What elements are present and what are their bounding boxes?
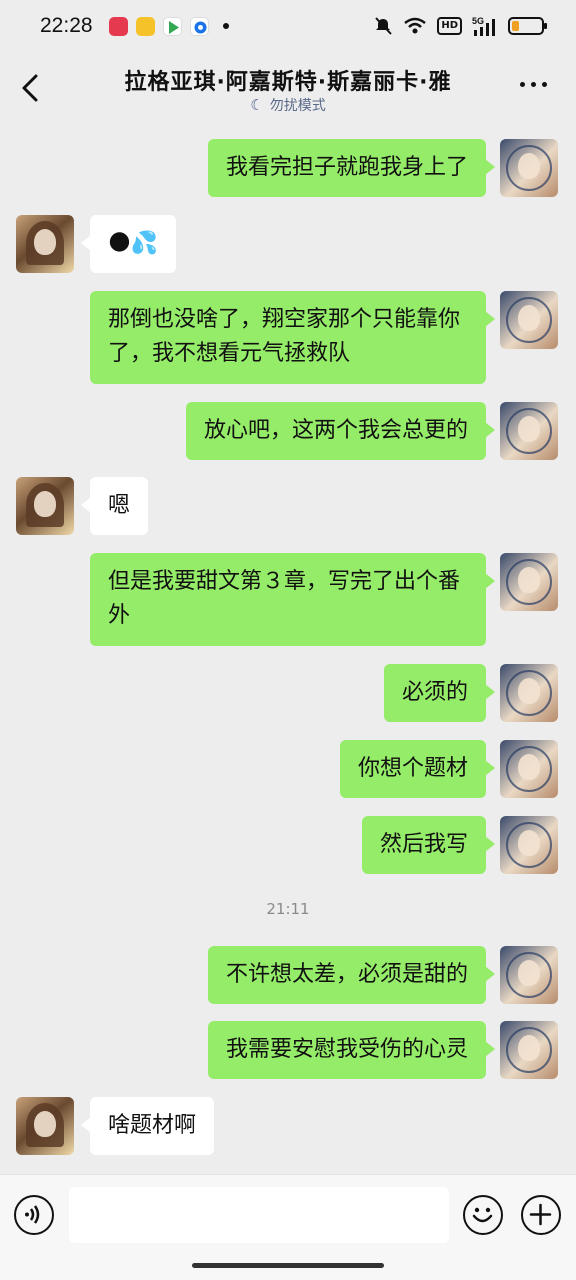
self-avatar[interactable] [500,139,558,197]
message-text: 但是我要甜文第３章，写完了出个番外 [108,569,461,628]
message-text: 啥题材啊 [108,1113,197,1138]
message-text: 放心吧，这两个我会总更的 [203,418,468,443]
more-dot-icon [531,81,536,87]
message-bubble[interactable]: 必须的 [383,664,496,722]
emoji-button[interactable] [463,1195,503,1235]
message-input[interactable] [69,1187,449,1243]
dnd-status: ☾ 勿扰模式 [0,95,576,115]
more-notifications-dot-icon [222,23,229,29]
battery-level [512,21,519,31]
play-store-notification-icon [162,16,182,36]
message-text: 必须的 [401,680,468,705]
mail-app-notification-icon [135,16,155,36]
mute-icon [375,17,393,35]
contact-avatar[interactable] [16,215,74,273]
message-text: 然后我写 [379,832,468,857]
message-bubble[interactable]: 你想个题材 [339,740,496,798]
dnd-label: 勿扰模式 [269,98,326,114]
self-avatar[interactable] [500,664,558,722]
moon-icon: ☾ [250,96,264,114]
message-bubble[interactable]: 嗯 [80,477,149,535]
message-text: 🌑💦 [108,231,159,256]
self-avatar[interactable] [500,553,558,611]
message-bubble[interactable]: 那倒也没啥了，翔空家那个只能靠你了，我不想看元气拯救队 [90,291,495,384]
message-text: 我需要安慰我受伤的心灵 [225,1037,468,1062]
hd-badge: HD [437,17,462,35]
message-bubble[interactable]: 我看完担子就跑我身上了 [207,139,496,197]
message-text: 你想个题材 [357,756,468,781]
network-label: 5G [472,16,484,26]
self-avatar[interactable] [500,816,558,874]
message-text: 嗯 [108,493,131,518]
self-avatar[interactable] [500,740,558,798]
emoji-icon [472,1207,493,1223]
self-avatar[interactable] [500,1021,558,1079]
video-app-notification-icon [108,16,128,36]
message-bubble[interactable]: 我需要安慰我受伤的心灵 [207,1021,496,1079]
chat-header: 拉格亚琪·阿嘉斯特·斯嘉丽卡·雅 ☾ 勿扰模式 [0,52,576,124]
message-bubble[interactable]: 放心吧，这两个我会总更的 [185,402,496,460]
message-bubble[interactable]: 啥题材啊 [80,1097,215,1155]
signal-icon: 5G [472,16,495,36]
more-dot-icon [542,81,547,87]
wifi-icon [404,17,427,34]
message-timestamp: 21:11 [266,900,310,918]
self-avatar[interactable] [500,291,558,349]
self-avatar[interactable] [500,946,558,1004]
voice-icon [25,1205,40,1224]
message-bubble[interactable]: 🌑💦 [80,215,177,273]
voice-input-button[interactable] [14,1195,54,1235]
message-bubble[interactable]: 然后我写 [361,816,496,874]
self-avatar[interactable] [500,402,558,460]
status-time: 22:28 [40,14,93,37]
message-text: 不许想太差，必须是甜的 [225,962,468,987]
more-actions-button[interactable] [521,1195,561,1235]
message-bubble[interactable]: 但是我要甜文第３章，写完了出个番外 [90,553,495,646]
status-bar: 22:28 HD 5G [0,0,576,52]
message-text: 那倒也没啥了，翔空家那个只能靠你了，我不想看元气拯救队 [108,307,461,366]
chat-title: 拉格亚琪·阿嘉斯特·斯嘉丽卡·雅 [124,70,452,95]
contact-avatar[interactable] [16,477,74,535]
message-bubble[interactable]: 不许想太差，必须是甜的 [207,946,496,1004]
message-text: 我看完担子就跑我身上了 [225,155,468,180]
more-options-button[interactable] [520,74,550,94]
app-notification-icon [189,16,209,36]
contact-avatar[interactable] [16,1097,74,1155]
home-indicator[interactable] [192,1263,384,1268]
battery-icon [508,17,547,35]
plus-icon [529,1203,552,1226]
more-dot-icon [520,81,525,87]
